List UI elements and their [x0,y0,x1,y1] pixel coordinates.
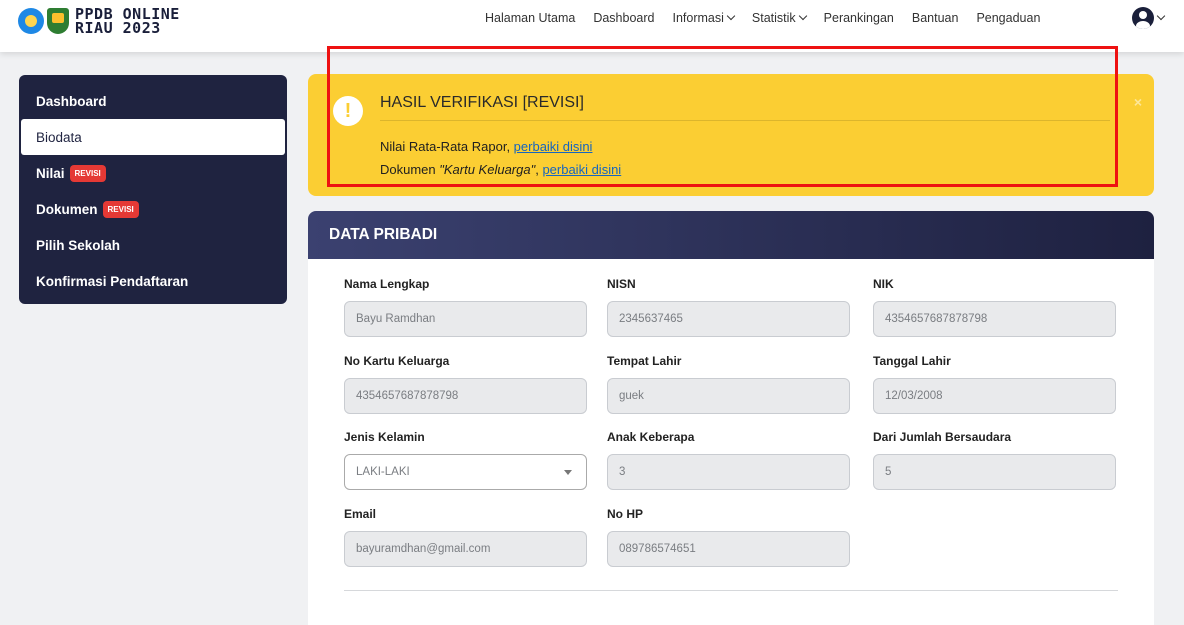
nav-pengaduan[interactable]: Pengaduan [976,11,1040,25]
nav-statistik[interactable]: Statistik [752,11,807,25]
nav-informasi[interactable]: Informasi [672,11,736,25]
nav-halaman-utama[interactable]: Halaman Utama [485,11,575,25]
field-jumlah-bersaudara: Dari Jumlah Bersaudara 5 [873,430,1116,490]
highlight-annotation-box [327,46,1118,187]
sidebar-item-dashboard[interactable]: Dashboard [19,83,287,119]
field-email: Email bayuramdhan@gmail.com [344,507,587,567]
sidebar-item-dokumen[interactable]: Dokumen REVISI [19,191,287,227]
ppdb-logo[interactable]: PPDB ONLINE RIAU 2023 [18,6,180,36]
data-pribadi-card: DATA PRIBADI Nama Lengkap Bayu Ramdhan N… [308,211,1154,625]
sidebar: Dashboard Biodata Nilai REVISI Dokumen R… [19,75,287,304]
tut-wuri-logo-icon [18,8,44,34]
field-nisn: NISN 2345637465 [607,277,850,337]
jumlah-bersaudara-input[interactable]: 5 [873,454,1116,490]
sidebar-item-nilai[interactable]: Nilai REVISI [19,155,287,191]
no-kk-input[interactable]: 4354657687878798 [344,378,587,414]
nama-input[interactable]: Bayu Ramdhan [344,301,587,337]
field-anak-keberapa: Anak Keberapa 3 [607,430,850,490]
nav-bantuan[interactable]: Bantuan [912,11,959,25]
dropdown-arrow-icon [564,469,572,475]
brand-line-2: RIAU 2023 [75,19,161,37]
nav-perankingan[interactable]: Perankingan [824,11,894,25]
email-input[interactable]: bayuramdhan@gmail.com [344,531,587,567]
chevron-down-icon [1156,11,1166,21]
main-nav: Halaman Utama Dashboard Informasi Statis… [485,0,1058,36]
close-icon[interactable]: × [1134,94,1142,110]
no-hp-input[interactable]: 089786574651 [607,531,850,567]
riau-crest-icon [47,8,69,34]
sidebar-item-konfirmasi[interactable]: Konfirmasi Pendaftaran [19,263,287,299]
field-nik: NIK 4354657687878798 [873,277,1116,337]
nisn-input[interactable]: 2345637465 [607,301,850,337]
user-avatar-icon [1132,7,1154,29]
field-nama-lengkap: Nama Lengkap Bayu Ramdhan [344,277,587,337]
revisi-badge: REVISI [102,200,139,218]
revisi-badge: REVISI [69,164,106,182]
card-title: DATA PRIBADI [308,211,1154,259]
field-tempat-lahir: Tempat Lahir guek [607,354,850,414]
field-jenis-kelamin: Jenis Kelamin LAKI-LAKI [344,430,587,490]
card-divider [344,590,1118,591]
top-navbar: PPDB ONLINE RIAU 2023 Halaman Utama Dash… [0,0,1184,52]
anak-keberapa-input[interactable]: 3 [607,454,850,490]
jenis-kelamin-select[interactable]: LAKI-LAKI [344,454,587,490]
field-no-hp: No HP 089786574651 [607,507,850,567]
sidebar-item-pilih-sekolah[interactable]: Pilih Sekolah [19,227,287,263]
sidebar-item-biodata[interactable]: Biodata [21,119,285,155]
field-no-kk: No Kartu Keluarga 4354657687878798 [344,354,587,414]
nav-dashboard[interactable]: Dashboard [593,11,654,25]
chevron-down-icon [726,11,736,21]
nik-input[interactable]: 4354657687878798 [873,301,1116,337]
field-tanggal-lahir: Tanggal Lahir 12/03/2008 [873,354,1116,414]
chevron-down-icon [798,11,807,21]
tempat-lahir-input[interactable]: guek [607,378,850,414]
tanggal-lahir-input[interactable]: 12/03/2008 [873,378,1116,414]
user-menu[interactable] [1132,7,1166,29]
